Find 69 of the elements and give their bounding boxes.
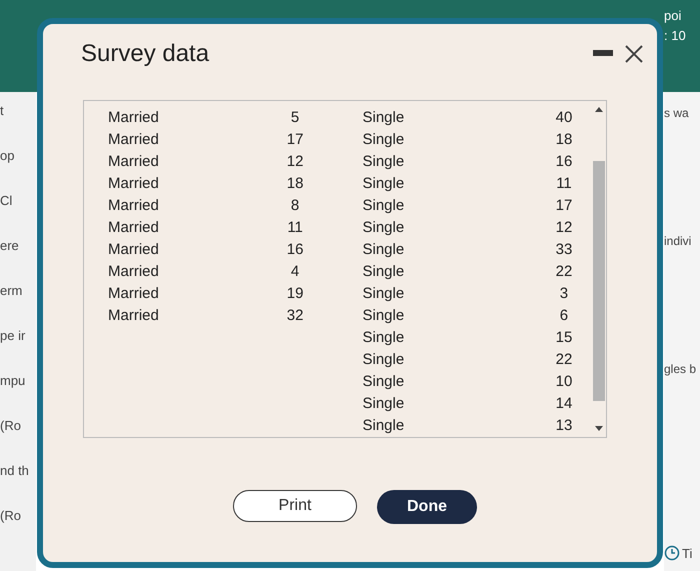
page-text: nd th <box>0 462 30 480</box>
table-cell-text: 8 <box>290 196 300 216</box>
timer-label: Ti <box>682 544 692 562</box>
table-cell-text: Married <box>107 240 160 260</box>
table-cell-text: 32 <box>286 306 304 326</box>
table-cell-text: 18 <box>554 130 574 150</box>
print-button[interactable]: Print <box>233 490 357 522</box>
table-cell-text: Single <box>362 284 406 304</box>
table-cell-text: Single <box>362 196 406 216</box>
table-cell-text: 17 <box>554 196 574 216</box>
table-cell-text: 6 <box>558 306 570 326</box>
table-cell-text: 11 <box>286 218 304 238</box>
header-text: poi <box>664 7 682 25</box>
table-cell-text: Married <box>107 218 160 238</box>
page-text: s wa <box>664 105 690 122</box>
table-cell-text: Single <box>362 394 406 414</box>
table-cell-text: 19 <box>286 284 304 304</box>
page-text: (Ro <box>0 507 22 525</box>
done-button[interactable]: Done <box>377 490 477 524</box>
table-cell-text: Married <box>107 196 160 216</box>
page-text: (Ro <box>0 417 22 435</box>
table-cell-text: 5 <box>290 108 300 128</box>
table-cell-text: 22 <box>554 350 574 370</box>
table-cell-text: Single <box>362 218 406 238</box>
table-cell-text: Single <box>362 108 406 128</box>
table-cell-text: Married <box>107 108 160 128</box>
table-cell-text: Married <box>107 284 160 304</box>
table-cell-text: Single <box>362 174 406 194</box>
header-text: : 10 <box>664 27 687 45</box>
table-cell-text: Married <box>107 152 160 172</box>
table-cell-text: 12 <box>554 218 574 238</box>
page-text: indivi <box>664 233 692 250</box>
page-text: ere <box>0 237 20 255</box>
table-cell-text: Single <box>362 152 406 172</box>
table-cell-text: Married <box>107 262 160 282</box>
table-cell-text: Single <box>362 372 406 392</box>
table-cell-text: Single <box>362 416 406 436</box>
table-cell-text: 4 <box>290 262 300 282</box>
table-cell-text: Single <box>362 130 406 150</box>
table-cell-text: Married <box>107 306 160 326</box>
table-cell-text: 12 <box>286 152 304 172</box>
table-cell-text: 10 <box>554 372 574 392</box>
table-cell-text: 3 <box>558 284 570 304</box>
table-cell-text: Single <box>362 306 406 326</box>
dialog-title: Survey data <box>81 39 210 69</box>
table-cell-text: 33 <box>554 240 574 260</box>
table-cell-text: 40 <box>554 108 574 128</box>
page-text: erm <box>0 282 24 300</box>
page-text: pe ir <box>0 327 26 345</box>
table-cell-text: 18 <box>286 174 304 194</box>
table-cell-text: 13 <box>554 416 574 436</box>
table-cell-text: 15 <box>554 328 574 348</box>
table-cell-text: Single <box>362 240 406 260</box>
page-text: op <box>0 147 16 165</box>
table-cell-text: Single <box>362 328 406 348</box>
table-cell-text: 17 <box>286 130 304 150</box>
table-cell-text: Married <box>107 174 160 194</box>
table-cell-text: 16 <box>286 240 304 260</box>
page-text: gles b <box>664 361 698 378</box>
table-cell-text: Single <box>362 262 406 282</box>
table-cell-text: 22 <box>554 262 574 282</box>
page-text: mpu <box>0 372 26 390</box>
table-cell-text: Married <box>107 130 160 150</box>
table-cell-text: 11 <box>555 174 573 194</box>
page-text: t <box>0 102 5 120</box>
table-cell-text: 16 <box>554 152 574 172</box>
page-text: Cl <box>0 192 14 210</box>
table-cell-text: 14 <box>554 394 574 414</box>
table-cell-text: Single <box>362 350 406 370</box>
